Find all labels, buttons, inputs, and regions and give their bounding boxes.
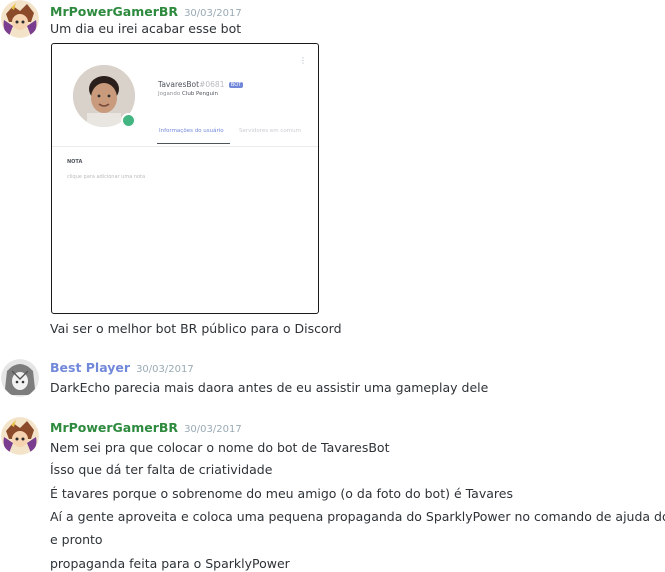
message-text: Nem sei pra que colocar o nome do bot de… [50,440,390,455]
attachment-image[interactable]: TavaresBot#0681 BOT Jogando Club Penguin… [51,43,319,314]
timestamp: 30/03/2017 [136,364,194,375]
message-text: DarkEcho parecia mais daora antes de eu … [50,380,489,395]
bot-name-text: TavaresBot [158,80,200,89]
playing-prefix: Jogando [158,91,181,97]
timestamp: 30/03/2017 [184,424,242,435]
note-placeholder: clique para adicionar uma nota [67,174,146,180]
username-text[interactable]: MrPowerGamerBR [50,4,178,19]
username-text[interactable]: MrPowerGamerBR [50,420,178,435]
playing-status: Jogando Club Penguin [158,91,218,97]
tab-user-info: Informações do usuário [159,128,224,134]
username-text[interactable]: Best Player [50,360,130,375]
avatar[interactable] [1,359,39,397]
active-tab-indicator [157,143,230,144]
playing-game: Club Penguin [181,91,219,97]
avatar[interactable] [1,0,39,38]
message-text: propaganda feita para o SparklyPower [50,556,290,571]
message-text: Ísso que dá ter falta de criatividade [50,462,273,477]
avatar[interactable] [1,417,39,455]
bot-discriminator: #0681 [199,80,225,89]
timestamp: 30/03/2017 [184,8,242,19]
more-options-icon: ⋮ [299,56,307,65]
divider [52,146,318,147]
message-text: Aí a gente aproveita e coloca uma pequen… [50,509,665,524]
message-text: Vai ser o melhor bot BR público para o D… [50,321,342,336]
message-text: e pronto [50,532,103,547]
tab-mutual-servers: Servidores em comum [239,128,301,134]
message-text: Um dia eu irei acabar esse bot [50,21,242,36]
message-text: É tavares porque o sobrenome do meu amig… [50,486,513,501]
username[interactable]: MrPowerGamerBR 30/03/2017 [50,420,242,435]
username[interactable]: Best Player 30/03/2017 [50,360,194,375]
online-status-icon [121,113,136,128]
bot-badge: BOT [228,82,244,88]
note-heading: NOTA [67,159,83,165]
bot-name: TavaresBot#0681 BOT [158,80,244,89]
username[interactable]: MrPowerGamerBR 30/03/2017 [50,4,242,19]
